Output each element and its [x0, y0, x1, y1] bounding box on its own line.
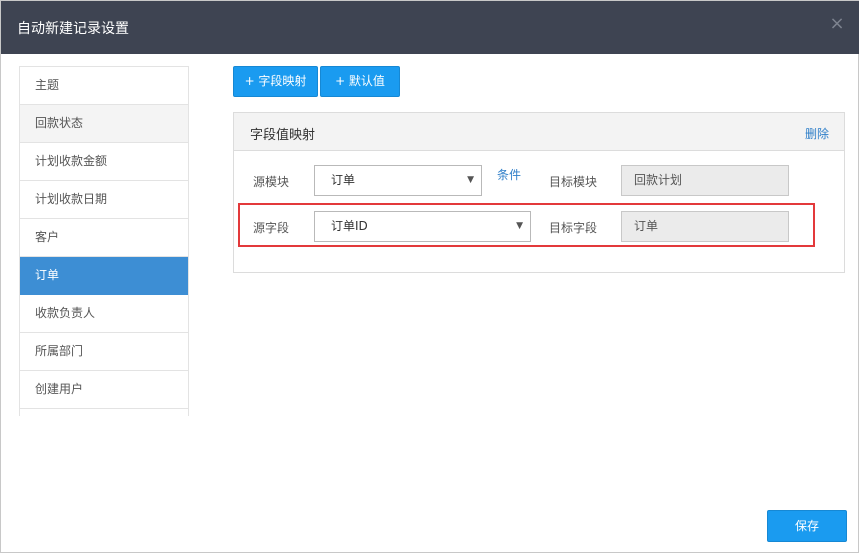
- source-module-label: 源模块: [253, 175, 290, 189]
- target-module-field: 回款计划: [621, 165, 789, 196]
- delete-link[interactable]: 删除: [805, 125, 829, 142]
- source-field-select[interactable]: 订单ID ▼: [314, 211, 531, 242]
- sidebar-item-payment-status[interactable]: 回款状态: [20, 105, 188, 143]
- sidebar-item-department[interactable]: 所属部门: [20, 333, 188, 371]
- panel-header: 字段值映射 删除: [234, 113, 844, 151]
- add-default-value-button[interactable]: + 默认值: [320, 66, 400, 97]
- source-module-select[interactable]: 订单 ▼: [314, 165, 482, 196]
- caret-down-icon: ▼: [467, 175, 474, 185]
- source-module-value: 订单: [331, 173, 356, 187]
- source-field-value: 订单ID: [331, 219, 368, 233]
- field-sidebar: 主题 回款状态 计划收款金额 计划收款日期 客户 订单 收款负责人 所属部门 创…: [19, 66, 189, 416]
- sidebar-item-payee-owner[interactable]: 收款负责人: [20, 295, 188, 333]
- dialog-title: 自动新建记录设置: [17, 21, 129, 37]
- sidebar-item-planned-date[interactable]: 计划收款日期: [20, 181, 188, 219]
- add-field-mapping-button[interactable]: + 字段映射: [233, 66, 318, 97]
- sidebar-item-order[interactable]: 订单: [20, 257, 188, 295]
- sidebar-item-created-by[interactable]: 创建用户: [20, 371, 188, 409]
- target-field-label: 目标字段: [549, 221, 598, 235]
- target-module-label: 目标模块: [549, 175, 598, 189]
- sidebar-item-customer[interactable]: 客户: [20, 219, 188, 257]
- sidebar-item-planned-amount[interactable]: 计划收款金额: [20, 143, 188, 181]
- dialog-titlebar: 自动新建记录设置 ×: [1, 1, 859, 54]
- close-icon[interactable]: ×: [828, 15, 846, 33]
- condition-link[interactable]: 条件: [497, 166, 521, 183]
- sidebar-item-subject[interactable]: 主题: [20, 67, 188, 105]
- panel-title: 字段值映射: [250, 128, 316, 143]
- dialog: 自动新建记录设置 × 主题 回款状态 计划收款金额 计划收款日期 客户 订单 收…: [0, 0, 859, 553]
- save-button[interactable]: 保存: [767, 510, 847, 542]
- caret-down-icon: ▼: [516, 221, 523, 231]
- source-field-label: 源字段: [253, 221, 290, 235]
- target-field-field: 订单: [621, 211, 789, 242]
